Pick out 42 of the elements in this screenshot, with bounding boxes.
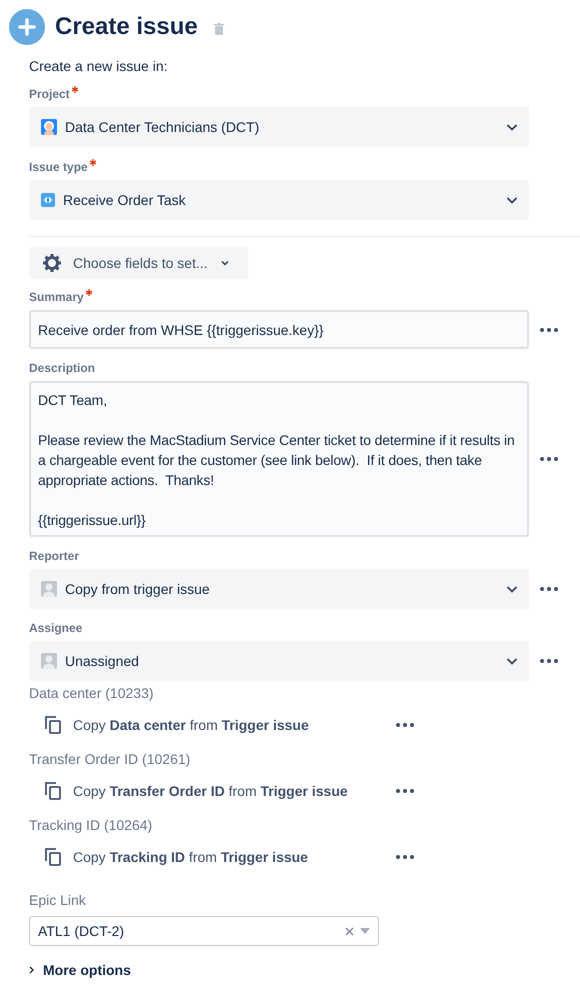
field-label: Data center (10233) (29, 684, 154, 703)
more-options-button[interactable]: More options (29, 962, 131, 978)
field-label: Transfer Order ID (10261) (29, 750, 190, 769)
more-icon (540, 659, 558, 663)
page-title: Create issue (55, 13, 198, 41)
copy-value-text: Copy Transfer Order ID from Trigger issue (73, 783, 348, 799)
field-label: Assignee (29, 620, 82, 636)
copy-value-text: Copy Tracking ID from Trigger issue (73, 849, 308, 865)
input-field[interactable]: Receive order from WHSE {{triggerissue.key}} (29, 310, 529, 349)
field-label: Description (29, 360, 96, 376)
more-icon (396, 855, 414, 859)
code-icon (41, 193, 55, 207)
choose-fields-button[interactable]: Choose fields to set... (29, 247, 248, 279)
copy-icon (45, 782, 61, 800)
select-field[interactable]: Unassigned (29, 641, 529, 681)
more-icon (396, 723, 414, 727)
more-icon (540, 457, 558, 461)
field-label: Reporter (29, 548, 80, 564)
clear-icon[interactable] (345, 926, 354, 936)
add-icon (9, 9, 45, 45)
copy-value-text: Copy Data center from Trigger issue (73, 717, 309, 733)
select-field[interactable]: Receive Order Task (29, 180, 529, 220)
user-avatar-icon (41, 581, 57, 597)
text-area[interactable]: DCT Team, Please review the MacStadium Service Center ticket to determine if it results in a chargeable event for the customer (see link below). If it does, then take appropriate actions. Thanks! {{triggerissue.url}} (29, 381, 529, 537)
more-icon (540, 587, 558, 591)
intro-text: Create a new issue in: (29, 57, 169, 76)
field-label: Issue type (29, 159, 88, 175)
field-label: Epic Link (29, 891, 86, 910)
user-avatar-icon (41, 653, 57, 669)
settings-icon (43, 254, 61, 272)
more-icon (396, 789, 414, 793)
copy-icon (45, 716, 61, 734)
more-icon (540, 328, 558, 332)
field-label: Project (29, 86, 70, 102)
field-label: Summary (29, 289, 84, 305)
epic-link-field[interactable]: ATL1 (DCT-2) (29, 916, 379, 946)
field-label: Tracking ID (10264) (29, 816, 152, 835)
project-avatar-icon (41, 119, 57, 135)
copy-icon (45, 848, 61, 866)
select-field[interactable]: Copy from trigger issue (29, 569, 529, 609)
select-field[interactable]: Data Center Technicians (DCT) (29, 107, 529, 147)
chevron-down-icon (220, 258, 230, 268)
